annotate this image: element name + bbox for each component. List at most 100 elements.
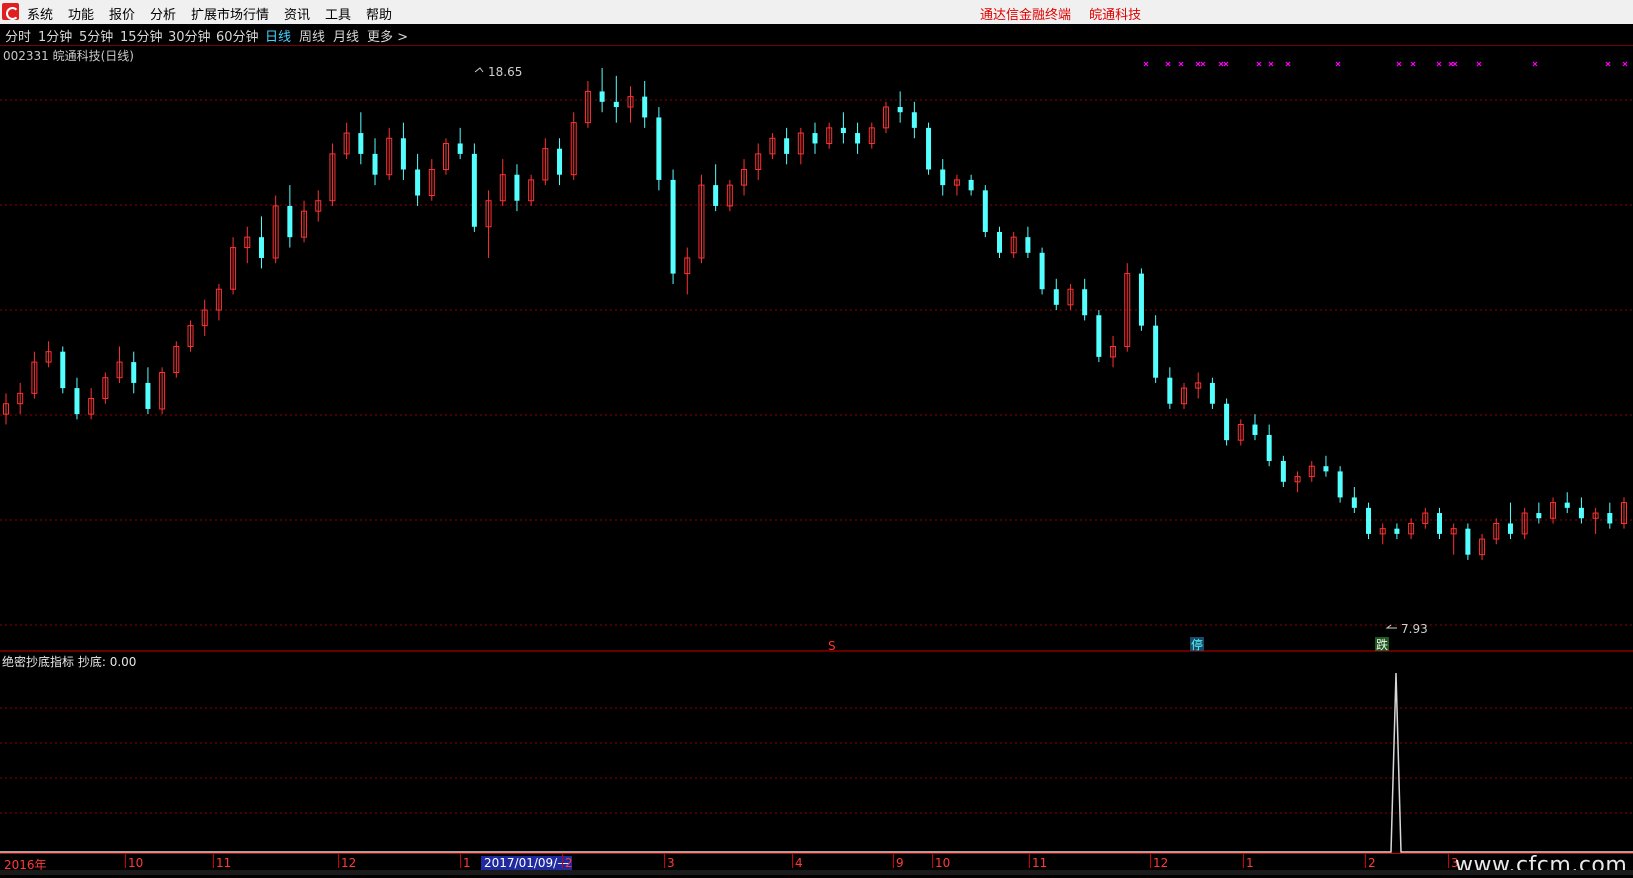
candle-body-down bbox=[1252, 424, 1258, 435]
candle-body-down bbox=[74, 388, 80, 415]
candle-body-down bbox=[968, 179, 974, 191]
candle-body-down bbox=[400, 138, 406, 170]
signal-x-marker bbox=[1218, 61, 1224, 67]
time-axis-sep bbox=[792, 854, 793, 868]
candle-body-down bbox=[471, 153, 477, 227]
candle-body-down bbox=[358, 133, 364, 154]
time-axis-sep bbox=[338, 854, 339, 868]
candle-body-down bbox=[642, 96, 648, 118]
candle-body-down bbox=[1082, 289, 1088, 316]
indicator-field-value: 0.00 bbox=[109, 655, 137, 669]
signal-x-marker bbox=[1622, 61, 1628, 67]
candle-body-down bbox=[1053, 289, 1059, 305]
candle-body-down bbox=[1096, 315, 1102, 357]
candle-body-down bbox=[1280, 460, 1286, 482]
time-axis-label: 1 bbox=[463, 856, 471, 870]
candle-body-down bbox=[415, 169, 421, 196]
main-chart-grid bbox=[0, 99, 1633, 626]
candle-body-down bbox=[1138, 273, 1144, 326]
fall-signal-label: 跌 bbox=[1376, 637, 1388, 652]
signal-x-marker bbox=[1396, 61, 1402, 67]
candle-body-down bbox=[656, 117, 662, 180]
indicator-title: 绝密抄底指标 抄底: 0.00 bbox=[2, 653, 136, 670]
candle-body-down bbox=[557, 148, 563, 175]
signal-x-marker bbox=[1165, 61, 1171, 67]
candle-body-down bbox=[713, 185, 719, 206]
high-price-label: 18.65 bbox=[488, 65, 522, 79]
time-axis-sep bbox=[893, 854, 894, 868]
candle-body-down bbox=[1266, 434, 1272, 461]
low-price-label: 7.93 bbox=[1401, 622, 1428, 636]
candle-body-down bbox=[670, 179, 676, 274]
candle-body-down bbox=[1607, 513, 1613, 524]
candle-body-down bbox=[840, 127, 846, 134]
time-axis-sep bbox=[664, 854, 665, 868]
indicator-line bbox=[0, 672, 1633, 853]
time-axis-sep bbox=[1243, 854, 1244, 868]
time-axis-label: 12 bbox=[341, 856, 357, 870]
candlestick-series bbox=[3, 68, 1627, 560]
time-axis-sep bbox=[213, 854, 214, 868]
indicator-field-label: 抄底: bbox=[77, 655, 106, 669]
time-axis-sep bbox=[125, 854, 126, 868]
signal-x-marker bbox=[1200, 61, 1206, 67]
candle-body-down bbox=[1167, 377, 1173, 404]
time-axis-label: 1 bbox=[1246, 856, 1254, 870]
time-axis-sep bbox=[460, 854, 461, 868]
candle-body-down bbox=[1153, 325, 1159, 378]
candle-body-down bbox=[926, 127, 932, 170]
candle-body-down bbox=[982, 190, 988, 232]
signal-x-marker bbox=[1256, 61, 1262, 67]
time-axis-label: 3 bbox=[667, 856, 675, 870]
candle-body-down bbox=[599, 91, 605, 102]
time-axis-label: 10 bbox=[935, 856, 951, 870]
signal-x-marker bbox=[1448, 61, 1454, 67]
indicator-series bbox=[0, 672, 1633, 853]
candle-body-down bbox=[1337, 471, 1343, 498]
time-axis-sep bbox=[932, 854, 933, 868]
kline-chart[interactable]: 18.65 7.93 S 停 跌 bbox=[0, 0, 1633, 853]
candle-body-down bbox=[1578, 507, 1584, 519]
time-axis-label: 4 bbox=[795, 856, 803, 870]
time-axis-label: 11 bbox=[216, 856, 232, 870]
candle-body-down bbox=[60, 351, 66, 389]
signal-x-marker bbox=[1178, 61, 1184, 67]
indicator-grid bbox=[0, 707, 1633, 814]
time-axis-label: 2 bbox=[1368, 856, 1376, 870]
candle-body-down bbox=[1351, 497, 1357, 508]
candle-body-down bbox=[1536, 513, 1542, 519]
time-axis-sep bbox=[1150, 854, 1151, 868]
time-axis-label: 10 bbox=[128, 856, 144, 870]
candle-body-down bbox=[1209, 382, 1215, 404]
candle-body-down bbox=[1465, 528, 1471, 555]
candle-body-down bbox=[613, 101, 619, 108]
signal-markers bbox=[1143, 61, 1628, 67]
signal-x-marker bbox=[1476, 61, 1482, 67]
candle-body-down bbox=[855, 133, 861, 144]
stop-signal-label: 停 bbox=[1191, 637, 1203, 652]
time-axis-sep bbox=[1365, 854, 1366, 868]
time-axis-label: 11 bbox=[1032, 856, 1048, 870]
time-axis-label: 12 bbox=[1153, 856, 1169, 870]
candle-body-down bbox=[457, 143, 463, 154]
candle-body-down bbox=[1039, 252, 1045, 290]
candle-body-down bbox=[1507, 523, 1513, 534]
sell-signal-label: S bbox=[828, 639, 836, 653]
signal-x-marker bbox=[1410, 61, 1416, 67]
candle-body-down bbox=[911, 112, 917, 128]
time-axis-sep bbox=[562, 854, 563, 868]
signal-x-marker bbox=[1143, 61, 1149, 67]
candle-body-down bbox=[940, 169, 946, 186]
signal-x-marker bbox=[1452, 61, 1458, 67]
candle-body-down bbox=[1436, 513, 1442, 534]
candle-body-down bbox=[897, 107, 903, 113]
candle-body-down bbox=[1323, 466, 1329, 472]
candle-body-down bbox=[258, 237, 264, 258]
high-marker-icon bbox=[474, 67, 484, 73]
signal-x-marker bbox=[1532, 61, 1538, 67]
signal-x-marker bbox=[1223, 61, 1229, 67]
candle-body-down bbox=[1224, 403, 1230, 441]
signal-x-marker bbox=[1335, 61, 1341, 67]
candle-body-down bbox=[372, 153, 378, 175]
candle-body-down bbox=[145, 382, 151, 409]
